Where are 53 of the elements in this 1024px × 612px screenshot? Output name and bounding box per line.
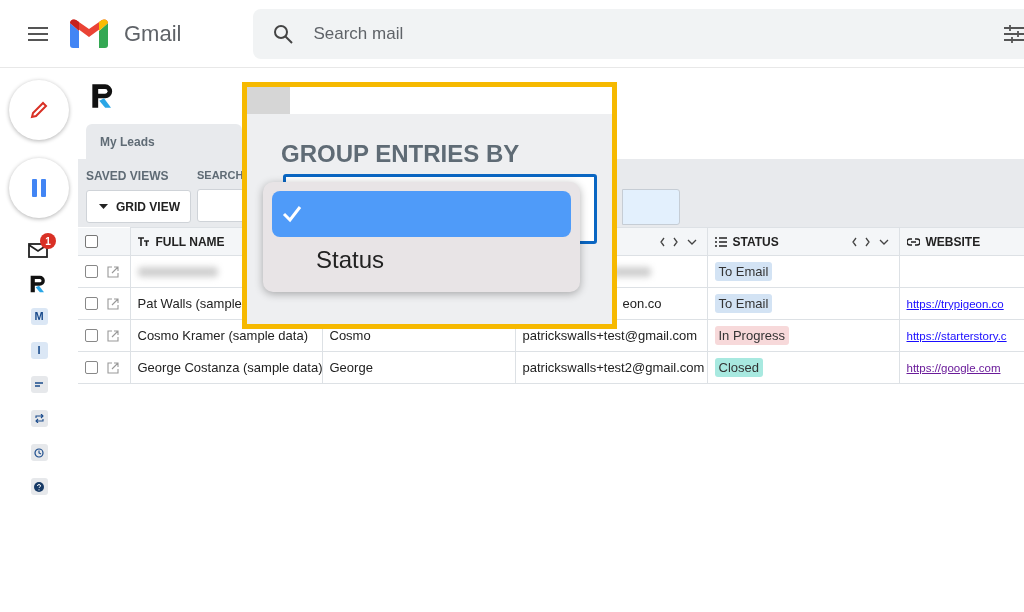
select-all-checkbox[interactable] [85,234,98,248]
pause-button[interactable] [9,158,69,218]
status-tag: In Progress [714,325,789,345]
open-external-icon[interactable] [107,361,119,374]
group-entries-label: GROUP ENTRIES BY [281,140,520,167]
sidebar-chip[interactable]: I [30,342,48,359]
filter-settings-icon[interactable] [1004,24,1024,43]
tab[interactable]: My Leads [86,124,242,159]
email-text: patrickswalls+test2@gmail.com [522,359,705,375]
row-checkbox[interactable] [85,265,98,278]
search-bar[interactable]: Search mail [253,8,1024,59]
row-checkbox[interactable] [85,297,98,310]
pencil-icon [29,100,49,120]
text-type-icon [137,236,150,247]
search-label: SEARCH [197,168,245,183]
row-checkbox[interactable] [85,329,98,342]
search-input[interactable]: Search mail [313,20,1004,47]
pause-icon [32,179,46,197]
full-name-text: Pat Walls (sample [137,295,242,311]
clock-icon[interactable] [30,444,48,461]
open-external-icon[interactable] [107,297,119,310]
email-text: patrickswalls+test@gmail.com [522,327,698,343]
full-name-text: Cosmo Kramer (sample data) [137,327,308,343]
link-icon [906,237,920,246]
status-tag: To Email [714,261,773,281]
open-external-icon[interactable] [107,329,119,342]
email-text: eon.co [621,295,662,311]
repeat-icon[interactable] [30,410,48,427]
list-icon [714,236,727,247]
grid-view-button[interactable]: GRID VIEW [86,190,191,223]
full-name-text: George Costanza (sample data) [137,359,323,375]
saved-views-label: SAVED VIEWS [86,168,170,185]
gmail-logo-icon [70,19,108,48]
open-external-icon[interactable] [107,265,119,278]
unread-badge: 1 [40,233,56,249]
notes-icon[interactable] [30,376,48,393]
app-title: Gmail [124,20,182,48]
row-checkbox[interactable] [85,361,98,374]
search-icon[interactable] [273,23,294,44]
status-tag: To Email [714,293,773,313]
first-name-text: George [329,359,373,375]
dropdown-option[interactable]: Status [272,237,571,283]
menu-icon[interactable] [28,26,48,41]
sidebar-chip[interactable]: M [30,308,48,325]
column-header[interactable]: STATUS [732,232,779,251]
help-icon[interactable] [30,478,48,495]
first-name-text: Cosmo [329,327,371,343]
status-tag: Closed [714,357,763,377]
mail-icon[interactable] [28,242,48,258]
checkmark-icon [282,205,302,223]
filter-input[interactable] [622,189,680,225]
compose-button[interactable] [9,80,69,140]
caret-icon [99,204,108,209]
